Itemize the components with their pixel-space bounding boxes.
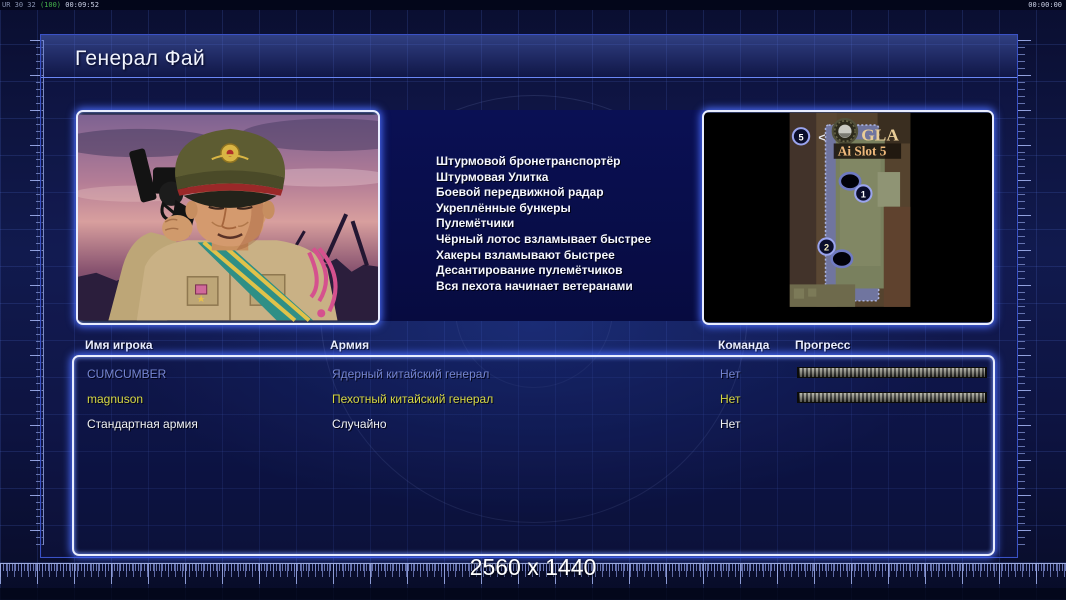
player-team: Нет (720, 367, 741, 381)
ability-item: Штурмовая Улитка (436, 169, 549, 184)
bottom-edge-strip (0, 588, 1066, 600)
marker-2-label: 2 (824, 243, 829, 253)
ability-item: Пулемётчики (436, 216, 515, 231)
general-portrait-image (78, 114, 378, 322)
minimap-frame: 5 < GLA Ai Slot 5 1 2 (702, 110, 994, 325)
debug-counters: UR 30 32 (2, 1, 36, 9)
progress-bar-segments (799, 368, 985, 377)
player-name: magnuson (87, 392, 144, 406)
right-ruler (1017, 40, 1031, 545)
progress-bar-segments (799, 393, 985, 402)
general-abilities-panel: Штурмовой бронетранспортёр Штурмовая Ули… (380, 110, 704, 321)
header-player-name: Имя игрока (85, 338, 153, 352)
player-army: Ядерный китайский генерал (332, 367, 490, 381)
player-team: Нет (720, 392, 741, 406)
unit-blob-marker (830, 249, 854, 269)
collapse-arrow-icon[interactable]: < (818, 130, 825, 144)
resolution-label: 2560 x 1440 (469, 554, 597, 580)
ability-item: Хакеры взламывают быстрее (436, 247, 615, 262)
player-table-header: Имя игрока Армия Команда Прогресс (72, 338, 993, 354)
player-name: Стандартная армия (87, 417, 198, 431)
game-clock: 00:00:00 (1028, 1, 1062, 9)
ability-item: Десантирование пулемётчиков (436, 263, 623, 278)
ability-item: Чёрный лотос взламывает быстрее (436, 231, 652, 246)
player-name: CUMCUMBER (87, 367, 167, 381)
progress-bar (797, 392, 987, 403)
loading-screen: UR 30 32 (100) 00:09:52 00:00:00 Генерал… (0, 0, 1066, 600)
header-progress: Прогресс (795, 338, 851, 352)
progress-bar (797, 367, 987, 378)
ai-slot-label: Ai Slot 5 (838, 144, 887, 159)
ability-item: Вся пехота начинает ветеранами (436, 278, 633, 293)
table-row: Стандартная армия Случайно Нет (74, 416, 993, 434)
abilities-list: Штурмовой бронетранспортёр Штурмовая Ули… (380, 110, 704, 294)
ability-item: Штурмовой бронетранспортёр (436, 154, 621, 168)
table-row: magnuson Пехотный китайский генерал Нет (74, 391, 993, 409)
marker-1-label: 1 (861, 190, 866, 200)
player-table: CUMCUMBER Ядерный китайский генерал Нет … (72, 355, 995, 556)
debug-bar: UR 30 32 (100) 00:09:52 00:00:00 (0, 0, 1066, 10)
faction-label: GLA (861, 125, 899, 144)
page-title: Генерал Фай (75, 47, 206, 70)
minimap-image: 5 < GLA Ai Slot 5 1 2 (704, 112, 992, 323)
ability-item: Боевой передвижной радар (436, 185, 604, 200)
marker-5-label: 5 (798, 132, 803, 142)
table-row: CUMCUMBER Ядерный китайский генерал Нет (74, 366, 993, 384)
debug-left-text: UR 30 32 (100) 00:09:52 (2, 0, 99, 10)
player-team: Нет (720, 417, 741, 431)
general-portrait-frame (76, 110, 380, 325)
ability-item: Укреплённые бункеры (436, 200, 571, 215)
debug-fps: (100) (39, 1, 62, 9)
player-army: Случайно (332, 417, 387, 431)
debug-timer: 00:09:52 (65, 1, 99, 9)
header-army: Армия (330, 338, 370, 352)
player-army: Пехотный китайский генерал (332, 392, 494, 406)
header-team: Команда (718, 338, 770, 352)
